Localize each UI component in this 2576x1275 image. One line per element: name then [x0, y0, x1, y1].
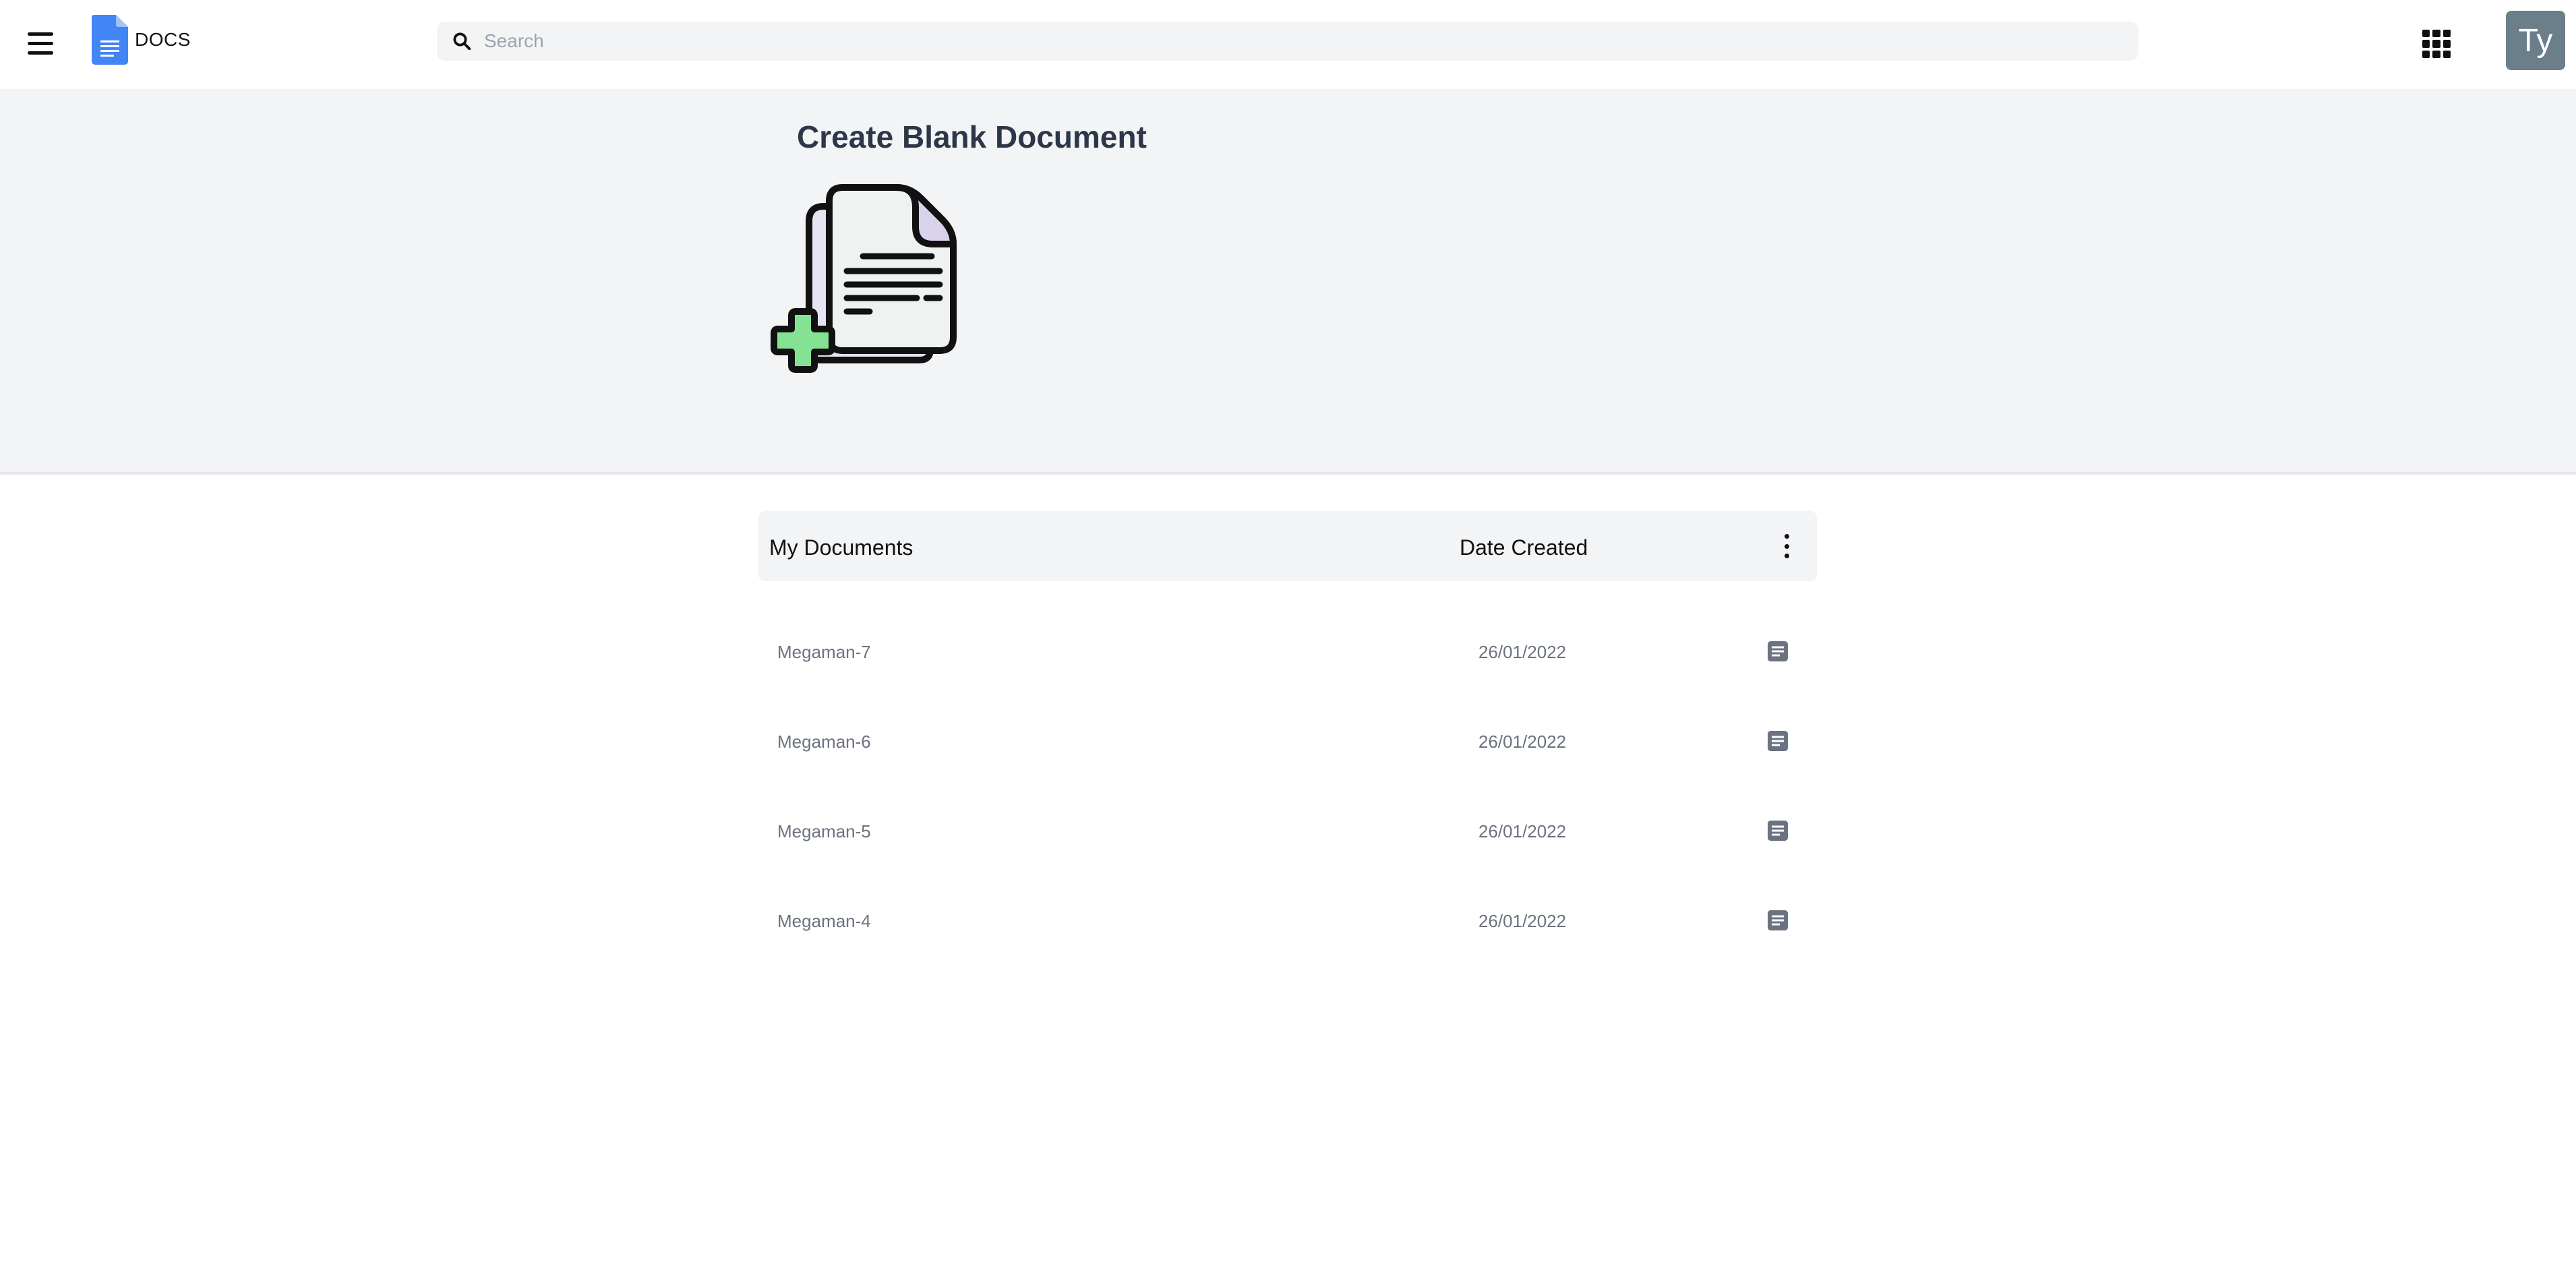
my-documents-heading: My Documents — [769, 535, 913, 560]
app-name: DOCS — [135, 29, 191, 50]
app-logo[interactable]: DOCS — [92, 15, 191, 65]
document-row[interactable]: Megaman-4 26/01/2022 — [758, 887, 1817, 954]
search-icon — [453, 32, 471, 51]
document-name: Megaman-7 — [777, 642, 871, 662]
document-date: 26/01/2022 — [1478, 732, 1567, 752]
create-blank-title: Create Blank Document — [797, 119, 1147, 154]
document-name: Megaman-6 — [777, 732, 871, 752]
docs-logo-icon — [92, 15, 128, 65]
user-avatar[interactable]: Ty — [2506, 11, 2565, 70]
document-row[interactable]: Megaman-7 26/01/2022 — [758, 618, 1817, 685]
search-bar[interactable] — [437, 22, 2138, 61]
document-icon — [1768, 641, 1788, 661]
hamburger-menu-icon[interactable] — [20, 23, 61, 63]
more-options-icon[interactable] — [1776, 534, 1797, 558]
document-row[interactable]: Megaman-6 26/01/2022 — [758, 707, 1817, 775]
documents-header: My Documents Date Created — [758, 511, 1817, 581]
top-bar: DOCS Ty — [0, 0, 2576, 89]
date-created-heading[interactable]: Date Created — [1460, 535, 1588, 560]
document-row[interactable]: Megaman-5 26/01/2022 — [758, 797, 1817, 864]
create-section: Create Blank Document — [0, 89, 2576, 475]
document-date: 26/01/2022 — [1478, 642, 1567, 662]
apps-grid-icon[interactable] — [2422, 30, 2451, 58]
document-icon — [1768, 910, 1788, 930]
document-date: 26/01/2022 — [1478, 911, 1567, 931]
document-name: Megaman-5 — [777, 821, 871, 841]
document-icon — [1768, 731, 1788, 751]
document-icon — [1768, 821, 1788, 841]
document-date: 26/01/2022 — [1478, 821, 1567, 841]
search-input[interactable] — [484, 30, 2102, 52]
create-blank-document-icon[interactable] — [756, 181, 999, 423]
document-name: Megaman-4 — [777, 911, 871, 931]
